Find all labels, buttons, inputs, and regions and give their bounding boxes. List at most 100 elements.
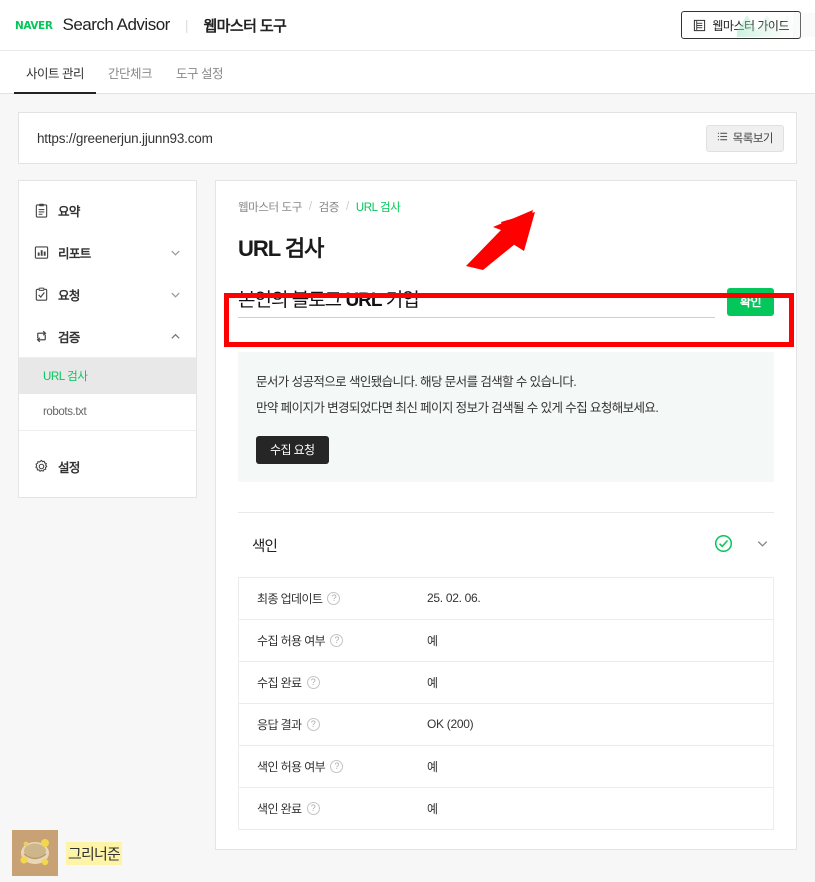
site-url-bar: https://greenerjun.jjunn93.com 목록보기: [18, 112, 797, 164]
index-section-actions: [714, 534, 770, 558]
tab-label: 간단체크: [107, 66, 153, 81]
site-url-text: https://greenerjun.jjunn93.com: [37, 130, 213, 146]
row-label-text: 색인 허용 여부: [257, 759, 326, 774]
sidebar-item-settings[interactable]: 설정: [19, 445, 196, 487]
row-value: 예: [427, 801, 438, 816]
sidebar-subitem-robots-txt[interactable]: robots.txt: [19, 394, 196, 430]
gear-icon: [33, 458, 49, 474]
url-input-wrapper[interactable]: 본인의 블로그 URL 기입: [238, 285, 715, 318]
site-list-button[interactable]: 목록보기: [705, 124, 784, 152]
row-label: 색인 허용 여부 ?: [257, 758, 427, 775]
clipboard-icon: [33, 202, 49, 218]
sidebar-item-report[interactable]: 리포트: [19, 231, 196, 273]
tab-label: 사이트 관리: [26, 66, 84, 81]
confirm-button[interactable]: 확인: [726, 287, 774, 316]
main-tabbar: 사이트 관리 간단체크 도구 설정: [0, 50, 815, 94]
row-value: 25. 02. 06.: [427, 591, 481, 606]
tab-site-management[interactable]: 사이트 관리: [14, 51, 96, 94]
blog-avatar: [12, 830, 58, 876]
row-value: 예: [427, 759, 438, 774]
site-list-label: 목록보기: [732, 133, 774, 145]
row-label-text: 응답 결과: [257, 717, 302, 732]
sidebar-subitem-label: robots.txt: [43, 406, 87, 418]
row-value: 예: [427, 675, 438, 690]
tab-label: 도구 설정: [176, 66, 223, 81]
help-icon[interactable]: ?: [306, 801, 320, 815]
url-input-value-prefix: 본인의 블로그: [238, 290, 346, 311]
chevron-down-icon[interactable]: [169, 246, 182, 259]
help-icon[interactable]: ?: [306, 675, 320, 689]
chevron-down-icon[interactable]: [169, 288, 182, 301]
chevron-up-icon[interactable]: [169, 330, 182, 343]
url-inspection-search-row: 본인의 블로그 URL 기입 확인: [238, 281, 774, 324]
breadcrumb-item-current: URL 검사: [355, 202, 401, 214]
blog-author-name: 그리너준: [66, 841, 123, 865]
sidebar-item-summary[interactable]: 요약: [19, 189, 196, 231]
help-icon[interactable]: ?: [306, 717, 320, 731]
table-row: 응답 결과 ? OK (200): [239, 704, 773, 746]
app-header: NAVER Search Advisor | 웹마스터 도구 웹마스터 가이드: [0, 0, 815, 50]
content-columns: 요약 리포트 요청 검증 URL 검사 robots.txt 설정 웹마스터 도…: [18, 180, 797, 850]
row-label-text: 수집 허용 여부: [257, 633, 326, 648]
help-icon[interactable]: ?: [327, 591, 341, 605]
clipboard-check-icon: [33, 286, 49, 302]
sidebar-item-label: 설정: [58, 460, 80, 475]
row-label: 최종 업데이트 ?: [257, 590, 427, 607]
bar-chart-icon: [33, 244, 49, 260]
index-info-table: 최종 업데이트 ? 25. 02. 06. 수집 허용 여부 ? 예 수집 완료…: [238, 576, 774, 830]
brand-separator: |: [184, 17, 189, 33]
help-icon[interactable]: ?: [330, 759, 344, 773]
url-input-value-bold: URL: [345, 290, 382, 311]
breadcrumb-item-verification[interactable]: 검증: [319, 199, 340, 215]
chevron-down-icon[interactable]: [755, 536, 770, 556]
blog-author-overlay: 그리너준: [12, 830, 123, 876]
row-label-text: 최종 업데이트: [257, 591, 323, 606]
table-row: 색인 완료 ? 예: [239, 788, 773, 830]
main-content-panel: 웹마스터 도구 / 검증 / URL 검사 URL 검사 본인의 블로그 URL…: [215, 180, 797, 850]
breadcrumb: 웹마스터 도구 / 검증 / URL 검사: [238, 199, 774, 215]
row-value: OK (200): [427, 717, 474, 732]
page-title: URL 검사: [238, 236, 324, 261]
tab-tool-settings[interactable]: 도구 설정: [164, 51, 235, 93]
row-label: 수집 허용 여부 ?: [257, 632, 427, 649]
request-crawl-button[interactable]: 수집 요청: [256, 435, 329, 464]
webmaster-guide-button[interactable]: 웹마스터 가이드: [681, 11, 801, 39]
page-body: https://greenerjun.jjunn93.com 목록보기 요약 리…: [0, 94, 815, 882]
book-icon: [693, 19, 706, 32]
brand-block: NAVER Search Advisor | 웹마스터 도구: [14, 15, 287, 36]
sidebar-item-request[interactable]: 요청: [19, 273, 196, 315]
row-label: 응답 결과 ?: [257, 716, 427, 733]
help-icon[interactable]: ?: [330, 633, 344, 647]
sidebar-item-verification[interactable]: 검증: [19, 315, 196, 357]
table-row: 색인 허용 여부 ? 예: [239, 746, 773, 788]
index-status-notice: 문서가 성공적으로 색인됐습니다. 해당 문서를 검색할 수 있습니다. 만약 …: [238, 352, 774, 482]
sidebar-item-label: 요청: [58, 288, 80, 303]
row-label: 수집 완료 ?: [257, 674, 427, 691]
table-row: 수집 완료 ? 예: [239, 662, 773, 704]
index-section: 색인 최종 업데이트 ? 25. 02. 06. 수집 허용 여부 ? 예 수집…: [238, 210, 774, 830]
index-section-header: 색인: [238, 531, 774, 561]
url-input-value[interactable]: 본인의 블로그 URL 기입: [238, 290, 420, 311]
breadcrumb-separator: /: [308, 201, 312, 213]
sidebar-subitem-url-inspection[interactable]: URL 검사: [19, 358, 196, 394]
sidebar-item-label: 검증: [58, 330, 80, 345]
header-right: 웹마스터 가이드: [681, 11, 815, 39]
notice-line-2: 만약 페이지가 변경되었다면 최신 페이지 정보가 검색될 수 있게 수집 요청…: [256, 400, 659, 415]
breadcrumb-item-root[interactable]: 웹마스터 도구: [238, 199, 302, 215]
naver-logo: NAVER: [14, 18, 53, 32]
index-section-title: 색인: [252, 539, 278, 556]
row-label-text: 수집 완료: [257, 675, 302, 690]
sidebar-item-label: 요약: [58, 204, 80, 219]
sub-brand-name: 웹마스터 도구: [203, 17, 287, 35]
table-row: 최종 업데이트 ? 25. 02. 06.: [239, 578, 773, 620]
breadcrumb-separator: /: [346, 201, 349, 213]
webmaster-guide-label: 웹마스터 가이드: [712, 18, 789, 33]
sidebar-submenu: URL 검사 robots.txt: [19, 357, 196, 431]
tab-quick-check[interactable]: 간단체크: [96, 51, 164, 93]
notice-line-1: 문서가 성공적으로 색인됐습니다. 해당 문서를 검색할 수 있습니다.: [256, 375, 577, 389]
list-icon: [717, 131, 728, 145]
check-circle-icon: [714, 534, 733, 558]
brand-name: Search Advisor: [62, 15, 170, 34]
url-input-value-suffix: 기입: [381, 290, 420, 311]
sidebar-subitem-label: URL 검사: [43, 371, 88, 383]
